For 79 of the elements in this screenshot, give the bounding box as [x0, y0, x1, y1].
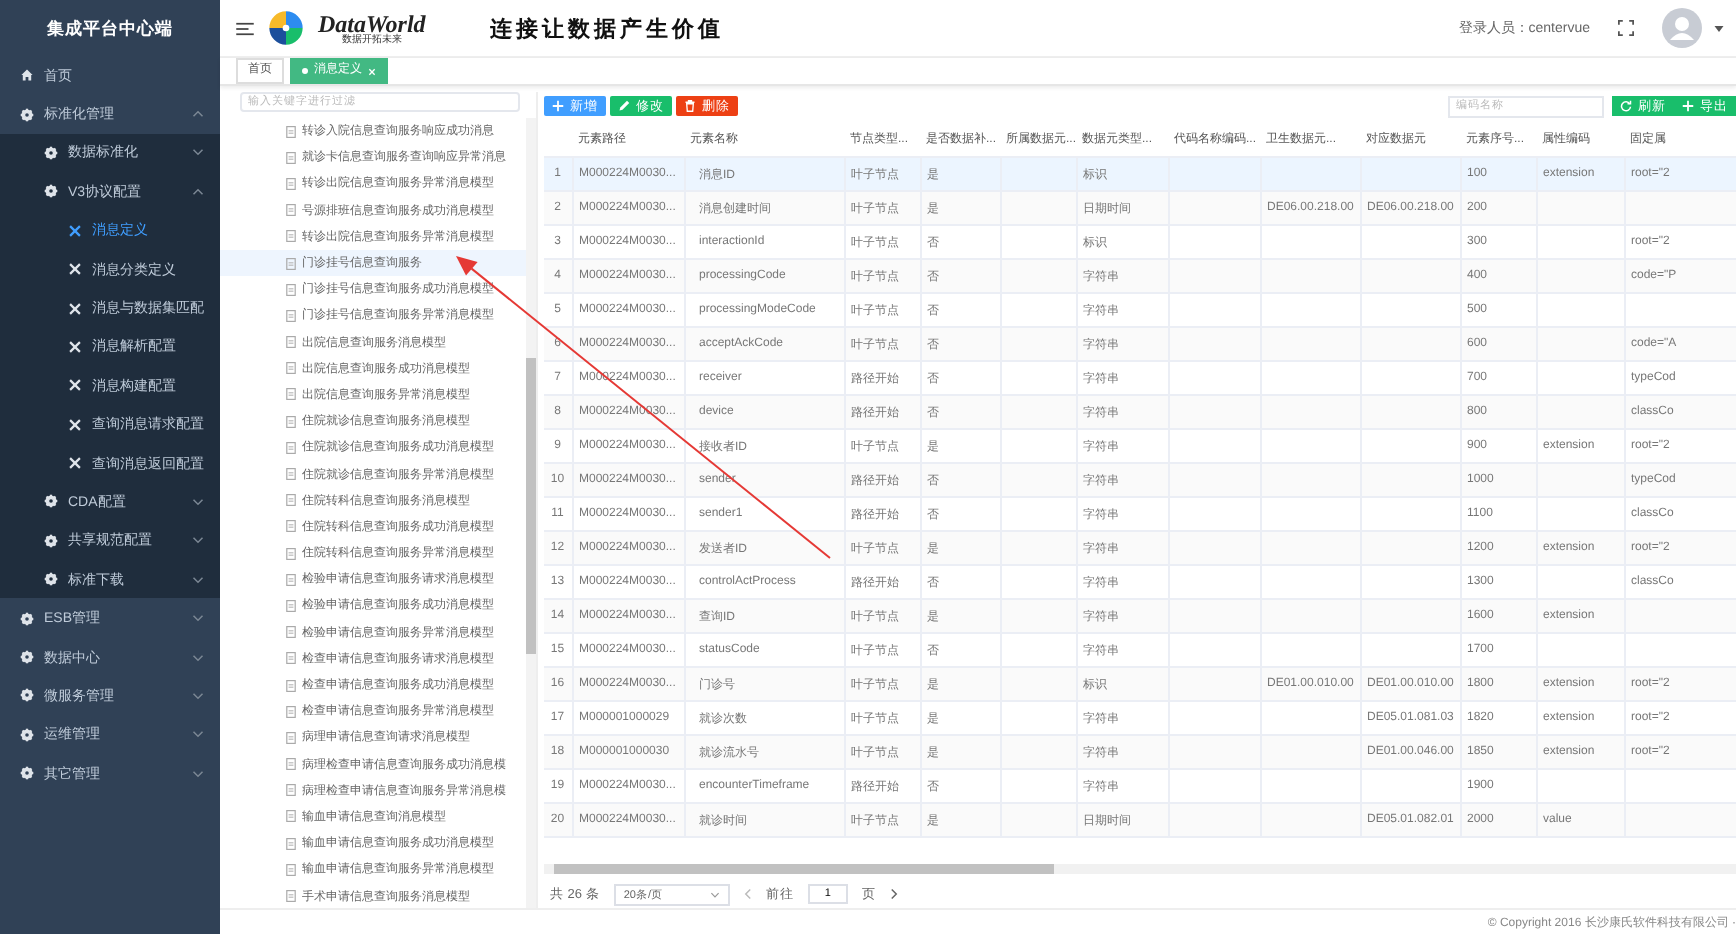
tools-icon: [68, 262, 82, 277]
gear-icon: [44, 145, 58, 160]
chevron-icon: [192, 653, 204, 662]
chevron-icon: [192, 730, 204, 739]
document-icon: [286, 626, 296, 639]
document-icon: [286, 494, 296, 507]
tools-icon: [68, 456, 82, 471]
menu-icon[interactable]: [236, 21, 254, 35]
document-icon: [286, 810, 296, 823]
gear-icon: [44, 572, 58, 587]
chevron-icon: [192, 536, 204, 545]
document-icon: [286, 573, 296, 586]
pencil-icon: [618, 100, 630, 112]
document-icon: [286, 652, 296, 665]
chevron-icon: [192, 497, 204, 506]
gear-icon: [44, 184, 58, 199]
document-icon: [286, 863, 296, 876]
gear-icon: [20, 611, 34, 626]
document-icon: [286, 705, 296, 718]
scrollbar[interactable]: [526, 118, 536, 908]
caret-icon[interactable]: [1714, 25, 1724, 31]
document-icon: [286, 309, 296, 322]
trash-icon: [684, 100, 696, 112]
chevron-icon: [192, 110, 204, 119]
tools-icon: [68, 301, 82, 316]
document-icon: [286, 731, 296, 744]
tools-icon: [68, 378, 82, 393]
document-icon: [286, 388, 296, 401]
avatar-icon[interactable]: [1662, 8, 1702, 48]
document-icon: [286, 758, 296, 771]
chevron-icon: [192, 575, 204, 584]
document-icon: [286, 204, 296, 217]
document-icon: [286, 599, 296, 612]
tools-icon: [68, 417, 82, 432]
gear-icon: [44, 533, 58, 548]
gear-icon: [20, 650, 34, 665]
document-icon: [286, 336, 296, 349]
previous-icon[interactable]: [743, 888, 752, 900]
gear-icon: [20, 766, 34, 781]
chevron-icon: [192, 614, 204, 623]
chevron-icon: [709, 891, 720, 897]
chevron-icon: [192, 769, 204, 778]
close-icon[interactable]: [368, 67, 376, 75]
document-icon: [286, 125, 296, 138]
document-icon: [286, 230, 296, 243]
chevron-icon: [192, 187, 204, 196]
app-title: 集成平台中心端: [45, 16, 175, 42]
fullscreen-icon[interactable]: [1618, 20, 1634, 36]
chevron-icon: [192, 691, 204, 700]
document-icon: [286, 151, 296, 164]
document-icon: [286, 283, 296, 296]
document-icon: [286, 257, 296, 270]
gear-icon: [20, 107, 34, 122]
gear-icon: [20, 688, 34, 703]
document-icon: [286, 468, 296, 481]
brand-name: DataWorld: [318, 11, 426, 35]
tools-icon: [68, 223, 82, 238]
document-icon: [286, 415, 296, 428]
home-icon: [20, 68, 34, 83]
plus-icon: [552, 100, 564, 112]
document-icon: [286, 177, 296, 190]
refresh-icon: [1620, 100, 1632, 112]
document-icon: [286, 520, 296, 533]
next-icon[interactable]: [889, 888, 898, 900]
scrollbar[interactable]: [544, 864, 1736, 874]
gear-icon: [20, 727, 34, 742]
document-icon: [286, 837, 296, 850]
document-icon: [286, 679, 296, 692]
tools-icon: [68, 339, 82, 354]
document-icon: [286, 441, 296, 454]
logo-icon: [266, 8, 306, 48]
chevron-icon: [192, 148, 204, 157]
document-icon: [286, 784, 296, 797]
document-icon: [286, 890, 296, 903]
gear-icon: [44, 494, 58, 509]
document-icon: [286, 547, 296, 560]
document-icon: [286, 362, 296, 375]
plus-icon: [1682, 100, 1694, 112]
slogan: 连接让数据产生价值: [489, 13, 724, 43]
